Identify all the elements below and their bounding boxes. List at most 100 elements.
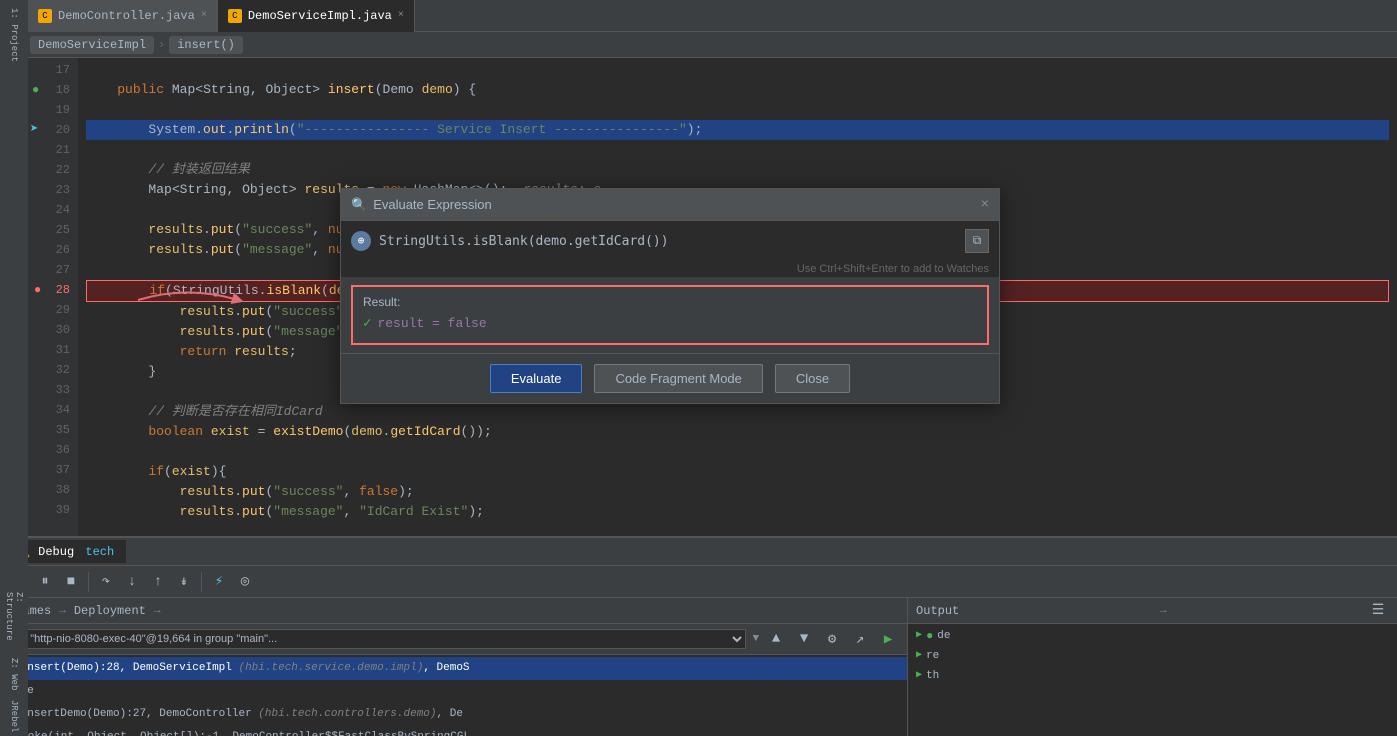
output-item-0: ▶ ● de bbox=[912, 626, 1393, 646]
line-18: ●18 bbox=[46, 80, 70, 100]
tab-label: DemoController.java bbox=[58, 9, 195, 23]
frame-item-3[interactable]: invoke(int, Object, Object[]):-1, DemoCo… bbox=[0, 726, 907, 736]
debug-tabs: 🐛 Debug tech bbox=[0, 538, 1397, 566]
copy-to-watches-button[interactable]: ⧉ bbox=[965, 229, 989, 253]
code-line-21 bbox=[86, 140, 1389, 160]
step-over-button[interactable]: ↷ bbox=[95, 571, 117, 593]
line-numbers: 17 ●18 19 ➤20 21 22 23 24 25 26 27 ●28 2… bbox=[28, 58, 78, 536]
debug-panel: 🐛 Debug tech ▶ ⏸ ■ ↷ ↓ ↑ ↡ ⚡ ◎ Frames → … bbox=[0, 536, 1397, 736]
code-line-22: // 封装返回结果 bbox=[86, 160, 1389, 180]
result-icon: ✓ bbox=[363, 315, 371, 332]
sidebar-web-icon[interactable]: Z: Web bbox=[3, 654, 25, 694]
thread-filter[interactable]: ⚙ bbox=[821, 628, 843, 650]
dialog-hint: Use Ctrl+Shift+Enter to add to Watches bbox=[341, 261, 999, 277]
breadcrumb-separator: › bbox=[158, 38, 165, 52]
evaluate-expr-button[interactable]: ⚡ bbox=[208, 571, 230, 593]
debug-frames-bar: Frames → Deployment → bbox=[0, 598, 907, 624]
thread-resume[interactable]: ▶ bbox=[877, 628, 899, 650]
dialog-result-box: Result: ✓ result = false bbox=[351, 285, 989, 345]
deployment-label: Deployment bbox=[74, 604, 146, 618]
frames-list: ▶ insert(Demo):28, DemoServiceImpl (hbi.… bbox=[0, 655, 907, 736]
debug-content: Frames → Deployment → ⚙ "http-nio-8080-e… bbox=[0, 598, 1397, 736]
code-fragment-button[interactable]: Code Fragment Mode bbox=[594, 364, 762, 393]
output-item-1: ▶ re bbox=[912, 646, 1393, 666]
dialog-header: 🔍 Evaluate Expression × bbox=[341, 189, 999, 221]
output-text-1: re bbox=[926, 647, 939, 665]
thread-dropdown-icon[interactable]: ▼ bbox=[752, 633, 759, 645]
line-20: ➤20 bbox=[46, 120, 70, 140]
output-list: ▶ ● de ▶ re ▶ th bbox=[908, 624, 1397, 736]
close-button[interactable]: Close bbox=[775, 364, 850, 393]
tab-label-active: DemoServiceImpl.java bbox=[248, 9, 392, 23]
breadcrumb-class[interactable]: DemoServiceImpl bbox=[30, 36, 154, 54]
line-30: 30 bbox=[46, 320, 70, 340]
line-39: 39 bbox=[46, 500, 70, 520]
step-out-button[interactable]: ↑ bbox=[147, 571, 169, 593]
left-sidebar: 1: Project Z: Structure Z: Web JRebel bbox=[0, 0, 28, 736]
tab-democontroller[interactable]: C DemoController.java × bbox=[28, 0, 218, 32]
thread-scroll-down[interactable]: ▼ bbox=[793, 628, 815, 650]
line-34: 34 bbox=[46, 400, 70, 420]
code-line-17 bbox=[86, 60, 1389, 80]
frame-item-0[interactable]: ▶ insert(Demo):28, DemoServiceImpl (hbi.… bbox=[0, 657, 907, 680]
code-line-37: if(exist){ bbox=[86, 462, 1389, 482]
output-arrow: → bbox=[1160, 605, 1167, 617]
line-24: 24 bbox=[46, 200, 70, 220]
frame-item-1[interactable]: ▶ re bbox=[0, 680, 907, 703]
line-23: 23 bbox=[46, 180, 70, 200]
line-31: 31 bbox=[46, 340, 70, 360]
sidebar-rebel-icon[interactable]: JRebel bbox=[3, 696, 25, 736]
tab-close-btn[interactable]: × bbox=[201, 10, 207, 21]
step-into-button[interactable]: ↓ bbox=[121, 571, 143, 593]
run-to-cursor-button[interactable]: ↡ bbox=[173, 571, 195, 593]
code-line-39: results.put("message", "IdCard Exist"); bbox=[86, 502, 1389, 522]
stop-button[interactable]: ■ bbox=[60, 571, 82, 593]
tab-close-btn-active[interactable]: × bbox=[398, 10, 404, 21]
line-36: 36 bbox=[46, 440, 70, 460]
pause-button[interactable]: ⏸ bbox=[34, 571, 56, 593]
sidebar-project-icon[interactable]: 1: Project bbox=[3, 5, 25, 65]
debug-left-panel: Frames → Deployment → ⚙ "http-nio-8080-e… bbox=[0, 598, 908, 736]
output-dot-0: ● bbox=[926, 627, 933, 645]
expression-input[interactable] bbox=[379, 234, 957, 249]
line-21: 21 bbox=[46, 140, 70, 160]
expression-icon: ⊕ bbox=[351, 231, 371, 251]
result-label: Result: bbox=[363, 295, 977, 309]
output-settings-btn[interactable]: ☰ bbox=[1367, 600, 1389, 622]
breadcrumb-method[interactable]: insert() bbox=[169, 36, 243, 54]
java-file-icon-active: C bbox=[228, 9, 242, 23]
line-19: 19 bbox=[46, 100, 70, 120]
debug-right-panel: Output → ☰ ▶ ● de ▶ re ▶ th bbox=[908, 598, 1397, 736]
output-bar: Output → ☰ bbox=[908, 598, 1397, 624]
thread-selector[interactable]: "http-nio-8080-exec-40"@19,664 in group … bbox=[21, 629, 746, 649]
tab-bar: C DemoController.java × C DemoServiceImp… bbox=[0, 0, 1397, 32]
result-value: ✓ result = false bbox=[363, 315, 977, 332]
line-25: 25 bbox=[46, 220, 70, 240]
output-item-2: ▶ th bbox=[912, 666, 1393, 686]
dialog-title: 🔍 Evaluate Expression bbox=[351, 197, 492, 213]
line-27: 27 bbox=[46, 260, 70, 280]
output-arrow-0: ▶ bbox=[916, 627, 922, 645]
dialog-expression-row: ⊕ ⧉ bbox=[341, 221, 999, 261]
output-text-0: de bbox=[937, 627, 950, 645]
output-arrow-2: ▶ bbox=[916, 667, 922, 685]
evaluate-expression-dialog[interactable]: 🔍 Evaluate Expression × ⊕ ⧉ Use Ctrl+Shi… bbox=[340, 188, 1000, 404]
dialog-close-button[interactable]: × bbox=[981, 197, 989, 213]
frames-arrow: → bbox=[59, 605, 66, 617]
thread-row: ⚙ "http-nio-8080-exec-40"@19,664 in grou… bbox=[0, 624, 907, 655]
frame-item-2[interactable]: ▶ insertDemo(Demo):27, DemoController (h… bbox=[0, 703, 907, 726]
line-32: 32 bbox=[46, 360, 70, 380]
sidebar-structure-icon[interactable]: Z: Structure bbox=[3, 592, 25, 652]
deployment-arrow: → bbox=[154, 605, 161, 617]
show-execution-button[interactable]: ◎ bbox=[234, 571, 256, 593]
line-35: 35 bbox=[46, 420, 70, 440]
breadcrumb-bar: DemoServiceImpl › insert() bbox=[0, 32, 1397, 58]
thread-scroll-to[interactable]: ↗ bbox=[849, 628, 871, 650]
output-label: Output bbox=[916, 604, 959, 618]
code-line-19 bbox=[86, 100, 1389, 120]
line-37: 37 bbox=[46, 460, 70, 480]
thread-scroll-up[interactable]: ▲ bbox=[765, 628, 787, 650]
evaluate-button[interactable]: Evaluate bbox=[490, 364, 583, 393]
tab-demoserviceimpl[interactable]: C DemoServiceImpl.java × bbox=[218, 0, 415, 32]
code-line-35: boolean exist = existDemo(demo.getIdCard… bbox=[86, 422, 1389, 442]
